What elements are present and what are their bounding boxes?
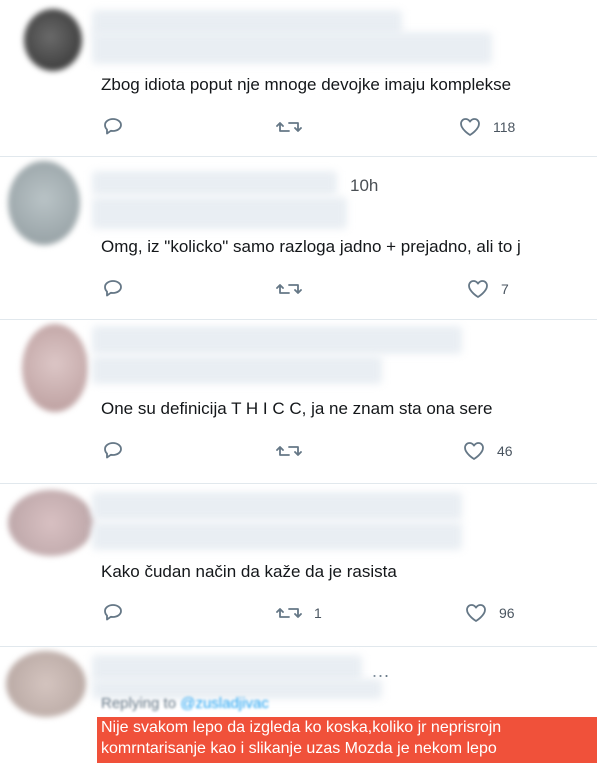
like-button[interactable]: 46 [463,441,513,461]
tweet-4[interactable]: Kako čudan način da kaže da je rasista 1… [0,484,597,647]
author-name-redacted [92,326,462,354]
tweet-text: Omg, iz "kolicko" samo razloga jadno + p… [101,237,521,256]
reply-icon [104,604,122,621]
heart-icon [460,118,480,136]
tweet-text: One su definicija T H I C C, ja ne znam … [101,399,493,418]
like-button[interactable]: 96 [465,603,515,623]
retweet-count: 1 [314,605,322,621]
tweet-text: Zbog idiota poput nje mnoge devojke imaj… [101,75,512,94]
retweet-icon [276,446,302,456]
avatar[interactable] [22,324,88,412]
retweet-button[interactable] [276,443,314,459]
like-button[interactable]: 7 [467,279,509,299]
tweet-text: Kako čudan način da kaže da je rasista [101,562,397,581]
author-handle-redacted [92,356,382,384]
reply-button[interactable] [103,279,123,297]
like-count: 7 [501,281,509,297]
avatar[interactable] [24,9,82,71]
replying-to: Replying to @zusladjivac [101,695,269,712]
retweet-button[interactable]: 1 [276,605,322,621]
reply-button[interactable] [103,441,123,459]
reply-icon [104,280,122,297]
tweet-text-line-1: Nije svakom lepo da izgleda ko koska,kol… [101,719,502,736]
retweet-icon [276,122,302,132]
heart-icon [464,442,484,460]
author-handle-redacted [92,197,347,229]
tweet-2[interactable]: 10h Omg, iz "kolicko" samo razloga jadno… [0,157,597,320]
replying-to-label: Replying to [101,695,177,712]
reply-button[interactable] [103,603,123,621]
author-name-redacted [92,492,462,520]
retweet-button[interactable] [276,281,314,297]
retweet-icon [276,608,302,618]
avatar[interactable] [6,651,86,717]
tweet-text-line-2: komrntarisanje kao i slikanje uzas Mozda… [101,740,497,757]
tweet-3[interactable]: One su definicija T H I C C, ja ne znam … [0,320,597,484]
author-name-redacted [92,171,337,195]
author-name-redacted [92,655,362,681]
avatar[interactable] [8,490,94,556]
like-count: 96 [499,605,515,621]
heart-icon [466,604,486,622]
avatar[interactable] [8,161,80,245]
author-handle-redacted [92,32,492,64]
like-button[interactable]: 118 [459,117,515,137]
retweet-button[interactable] [276,119,314,135]
reply-icon [104,442,122,459]
like-count: 118 [493,119,516,135]
reply-button[interactable] [103,117,123,135]
tweet-timestamp[interactable]: 10h [350,176,378,196]
heart-icon [468,280,488,298]
like-count: 46 [497,443,513,459]
tweet-1[interactable]: Zbog idiota poput nje mnoge devojke imaj… [0,0,597,157]
reply-icon [104,118,122,135]
retweet-icon [276,284,302,294]
tweet-5[interactable]: ... Replying to @zusladjivac Nije svakom… [0,647,597,763]
more-icon: ... [372,661,391,681]
author-handle-redacted [92,522,462,550]
replying-to-handle[interactable]: @zusladjivac [180,695,269,712]
highlighted-tweet-text: Nije svakom lepo da izgleda ko koska,kol… [97,717,597,763]
